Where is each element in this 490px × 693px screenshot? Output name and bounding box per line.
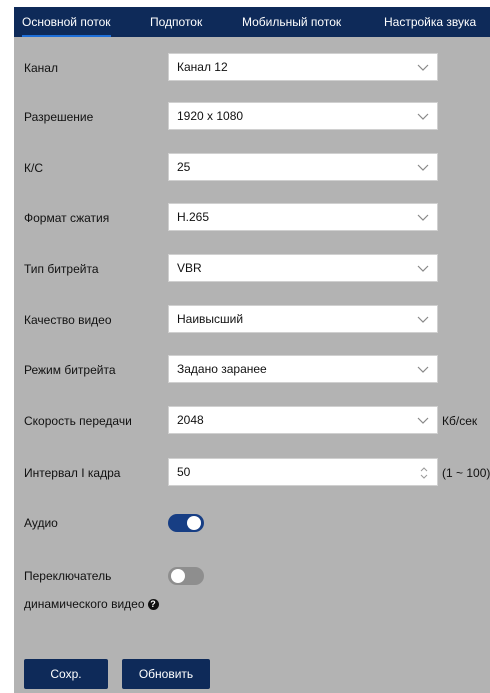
chevron-down-icon	[417, 54, 429, 80]
bitrate-mode-label: Режим битрейта	[24, 363, 116, 377]
bitrate-value: 2048	[177, 413, 204, 427]
video-quality-label: Качество видео	[24, 313, 112, 327]
bitrate-label: Скорость передачи	[24, 414, 132, 428]
bitrate-mode-select[interactable]: Задано заранее	[168, 355, 438, 383]
chevron-down-icon	[417, 356, 429, 382]
chevron-down-icon	[417, 154, 429, 180]
refresh-button[interactable]: Обновить	[122, 659, 210, 689]
video-quality-select[interactable]: Наивысший	[168, 305, 438, 333]
bitrate-type-select[interactable]: VBR	[168, 254, 438, 282]
channel-value: Канал 12	[177, 60, 228, 74]
dynamic-video-label-line2: динамического видео?	[24, 597, 159, 611]
compression-select[interactable]: H.265	[168, 203, 438, 231]
tab-mobile-stream[interactable]: Мобильный поток	[242, 7, 341, 37]
iframe-interval-input[interactable]: 50	[168, 458, 438, 486]
dynamic-video-label-text: динамического видео	[24, 597, 145, 611]
bitrate-unit: Кб/сек	[442, 414, 478, 428]
help-icon[interactable]: ?	[147, 599, 159, 611]
chevron-down-icon	[417, 255, 429, 281]
spinner-icon[interactable]	[419, 464, 429, 480]
fps-value: 25	[177, 160, 191, 174]
dynamic-video-toggle[interactable]	[168, 567, 204, 585]
tab-bar: Основной поток Подпоток Мобильный поток …	[14, 7, 490, 37]
chevron-down-icon	[417, 103, 429, 129]
chevron-down-icon	[417, 306, 429, 332]
resolution-label: Разрешение	[24, 110, 94, 124]
fps-label: К/С	[24, 161, 43, 175]
audio-toggle[interactable]	[168, 514, 204, 532]
audio-label: Аудио	[24, 516, 58, 530]
toggle-knob	[187, 516, 201, 530]
iframe-interval-label: Интервал I кадра	[24, 466, 121, 480]
bitrate-select[interactable]: 2048	[168, 406, 438, 434]
save-button[interactable]: Сохр.	[24, 659, 108, 689]
channel-label: Канал	[24, 61, 58, 75]
tab-main-stream[interactable]: Основной поток	[22, 7, 111, 37]
settings-panel: Канал Канал 12 Разрешение 1920 x 1080 К/…	[14, 37, 490, 693]
tab-audio-settings[interactable]: Настройка звука	[384, 7, 476, 37]
toggle-knob	[171, 569, 185, 583]
video-quality-value: Наивысший	[177, 312, 244, 326]
resolution-value: 1920 x 1080	[177, 109, 244, 123]
resolution-select[interactable]: 1920 x 1080	[168, 102, 438, 130]
iframe-interval-value: 50	[177, 465, 191, 479]
bitrate-mode-value: Задано заранее	[177, 362, 267, 376]
dynamic-video-label-line1: Переключатель	[24, 569, 112, 583]
bitrate-type-label: Тип битрейта	[24, 262, 99, 276]
compression-label: Формат сжатия	[24, 211, 110, 225]
fps-select[interactable]: 25	[168, 153, 438, 181]
chevron-down-icon	[417, 407, 429, 433]
chevron-down-icon	[417, 204, 429, 230]
channel-select[interactable]: Канал 12	[168, 53, 438, 81]
tab-substream[interactable]: Подпоток	[150, 7, 202, 37]
iframe-interval-range: (1 ~ 100)	[442, 466, 490, 480]
bitrate-type-value: VBR	[177, 261, 202, 275]
compression-value: H.265	[177, 210, 210, 224]
